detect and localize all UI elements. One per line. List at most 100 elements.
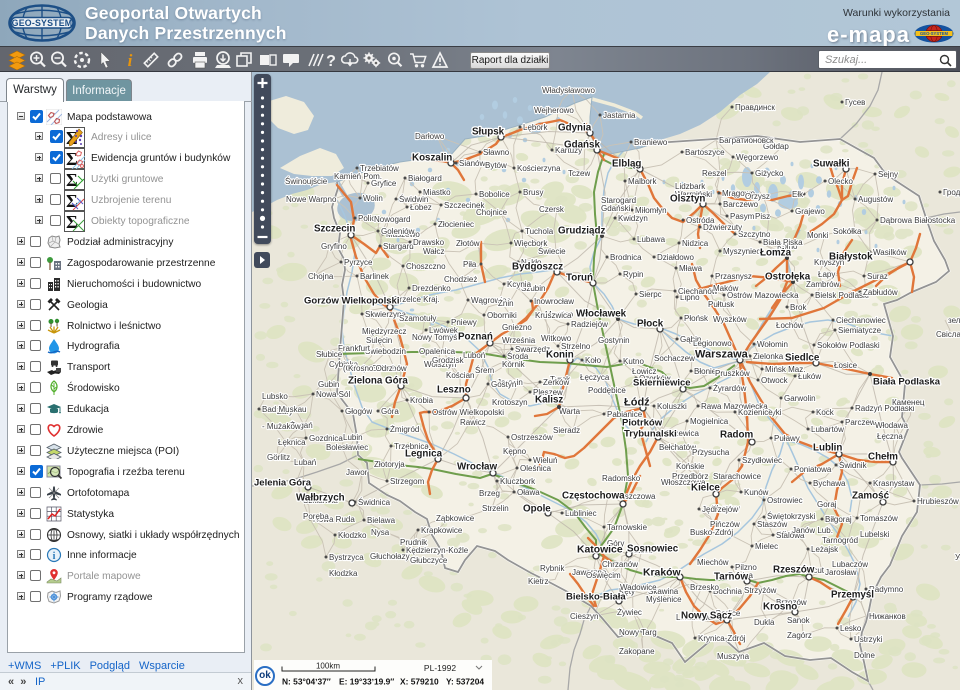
svg-text:Krapkowice: Krapkowice: [421, 526, 463, 535]
svg-text:Rypin: Rypin: [623, 270, 643, 279]
svg-text:Hrubieszów: Hrubieszów: [917, 497, 959, 506]
svg-text:?: ?: [326, 53, 336, 70]
svg-text:Каменец: Каменец: [892, 398, 925, 407]
svg-text:Poddębice: Poddębice: [588, 386, 626, 395]
svg-text:Nowogard: Nowogard: [374, 215, 410, 224]
svg-text:Szamotuły: Szamotuły: [399, 314, 436, 323]
svg-text:Przasnysz: Przasnysz: [715, 272, 752, 281]
svg-text:Kamień Pom.: Kamień Pom.: [334, 172, 382, 181]
svg-text:Tarnowskie: Tarnowskie: [607, 523, 648, 532]
svg-text:Błonie: Błonie: [694, 367, 717, 376]
svg-text:Łapy: Łapy: [818, 270, 835, 279]
svg-text:Trybunalski: Trybunalski: [624, 429, 677, 440]
svg-text:Pniewy: Pniewy: [451, 318, 477, 327]
svg-text:Biłgoraj: Biłgoraj: [825, 515, 852, 524]
svg-text:Strzelin: Strzelin: [482, 504, 509, 513]
svg-text:Jelenia Góra: Jelenia Góra: [254, 478, 312, 489]
svg-text:Lubawa: Lubawa: [637, 235, 666, 244]
svg-text:Pyrzyce: Pyrzyce: [344, 258, 373, 267]
svg-text:Otwock: Otwock: [761, 376, 789, 385]
svg-text:Elbląg: Elbląg: [612, 159, 641, 170]
svg-text:Chełm: Chełm: [868, 452, 898, 463]
svg-text:Mińsk Maz.: Mińsk Maz.: [765, 365, 805, 374]
svg-text:Gniezno: Gniezno: [502, 323, 532, 332]
svg-text:Sławno: Sławno: [483, 148, 510, 157]
svg-text:Złotów: Złotów: [456, 239, 480, 248]
svg-text:Wasilków: Wasilków: [873, 248, 907, 257]
svg-text:Ciechanowiec: Ciechanowiec: [836, 316, 886, 325]
svg-text:Tomaszów: Tomaszów: [860, 514, 898, 523]
svg-text:Olsztyn: Olsztyn: [670, 194, 705, 205]
svg-text:Leszno: Leszno: [437, 385, 471, 396]
svg-text:Σ: Σ: [66, 212, 78, 232]
svg-text:Багратионовск: Багратионовск: [719, 136, 774, 145]
svg-text:Krosno Odrz.: Krosno Odrz.: [348, 364, 395, 373]
svg-text:Nysa: Nysa: [371, 528, 390, 537]
svg-text:Zerków: Zerków: [543, 378, 569, 387]
svg-text:Sanok: Sanok: [787, 616, 811, 625]
svg-text:Kędzierzyn-Koźle: Kędzierzyn-Koźle: [406, 546, 469, 555]
svg-text:Sianów: Sianów: [459, 159, 485, 168]
svg-text:зеле: зеле: [948, 316, 960, 325]
svg-text:Stargard: Stargard: [383, 242, 414, 251]
svg-text:Piła: Piła: [463, 260, 477, 269]
svg-text:Łosice: Łosice: [834, 361, 858, 370]
svg-text:Rybnik: Rybnik: [540, 564, 565, 573]
svg-text:Lublin: Lublin: [813, 443, 842, 454]
svg-text:Góra: Góra: [381, 407, 399, 416]
svg-text:Strzyżów: Strzyżów: [744, 586, 777, 595]
svg-text:Końskie: Końskie: [676, 462, 705, 471]
svg-text:100km: 100km: [316, 662, 340, 671]
svg-text:Złotoryja: Złotoryja: [374, 460, 405, 469]
svg-text:Pasym: Pasym: [730, 212, 755, 221]
svg-text:Gorzów Wielkopolski: Gorzów Wielkopolski: [304, 296, 399, 307]
svg-text:Białogard: Białogard: [408, 174, 442, 183]
svg-text:GEO-SYSTEM: GEO-SYSTEM: [920, 31, 948, 36]
svg-text:Orzysz: Orzysz: [745, 192, 770, 201]
svg-text:Suraz: Suraz: [867, 272, 888, 281]
svg-text:Przemyśl: Przemyśl: [831, 590, 874, 601]
svg-text:Węgorzewo: Węgorzewo: [736, 153, 779, 162]
svg-text:Barlinek: Barlinek: [360, 272, 390, 281]
svg-text:Bielsk Podlaski: Bielsk Podlaski: [815, 291, 869, 300]
svg-text:Wałcz: Wałcz: [423, 247, 444, 256]
svg-text:Dukla: Dukla: [754, 618, 775, 627]
svg-text:Śrem: Śrem: [475, 366, 494, 375]
svg-text:Koło: Koło: [585, 356, 602, 365]
svg-text:Miastko: Miastko: [423, 188, 451, 197]
svg-text:Świnoujście: Świnoujście: [285, 177, 328, 186]
svg-text:Lubelski: Lubelski: [860, 530, 890, 539]
svg-text:PL-1992: PL-1992: [424, 663, 456, 673]
svg-text:Poznań: Poznań: [458, 332, 493, 343]
svg-text:Łęknica: Łęknica: [278, 438, 306, 447]
svg-text:Warta: Warta: [559, 407, 581, 416]
svg-text:Czersk: Czersk: [539, 205, 565, 214]
svg-text:Oleśnica: Oleśnica: [520, 464, 552, 473]
svg-text:Zagórz: Zagórz: [787, 631, 812, 640]
svg-text:Muszyna: Muszyna: [717, 652, 750, 661]
svg-text:Sochaczew: Sochaczew: [654, 354, 695, 363]
svg-text:Rzeszów: Rzeszów: [773, 565, 815, 576]
svg-text:Pisz: Pisz: [755, 212, 770, 221]
svg-text:Ełk: Ełk: [792, 190, 804, 199]
svg-text:Parczew: Parczew: [845, 418, 876, 427]
svg-text:Bobolice: Bobolice: [479, 190, 510, 199]
svg-text:Sokołów Podlaski: Sokołów Podlaski: [817, 341, 880, 350]
svg-text:Nowy Sącz: Nowy Sącz: [681, 611, 732, 622]
svg-text:X: 579210: X: 579210: [400, 677, 439, 687]
svg-text:Łęczna: Łęczna: [877, 432, 903, 441]
svg-text:Siemiatycze: Siemiatycze: [838, 326, 882, 335]
svg-text:E: 19°33ʼ19.9″: E: 19°33ʼ19.9″: [339, 677, 394, 687]
svg-text:Görlitz: Görlitz: [267, 453, 290, 462]
svg-text:Bad Muskau: Bad Muskau: [262, 405, 306, 414]
svg-text:Wałbrzych: Wałbrzych: [296, 493, 345, 504]
svg-text:Kościerzyna: Kościerzyna: [517, 164, 561, 173]
svg-text:Września: Września: [502, 336, 536, 345]
svg-text:Leżajsk: Leżajsk: [811, 545, 839, 554]
svg-text:Nowy Tomyśl: Nowy Tomyśl: [412, 333, 459, 342]
svg-text:Kozienice: Kozienice: [738, 408, 773, 417]
svg-text:Wieluń: Wieluń: [533, 456, 557, 465]
svg-text:Drezdenko: Drezdenko: [412, 284, 451, 293]
svg-text:Gdański: Gdański: [601, 204, 631, 213]
svg-text:Międzyrzecz: Międzyrzecz: [362, 327, 406, 336]
